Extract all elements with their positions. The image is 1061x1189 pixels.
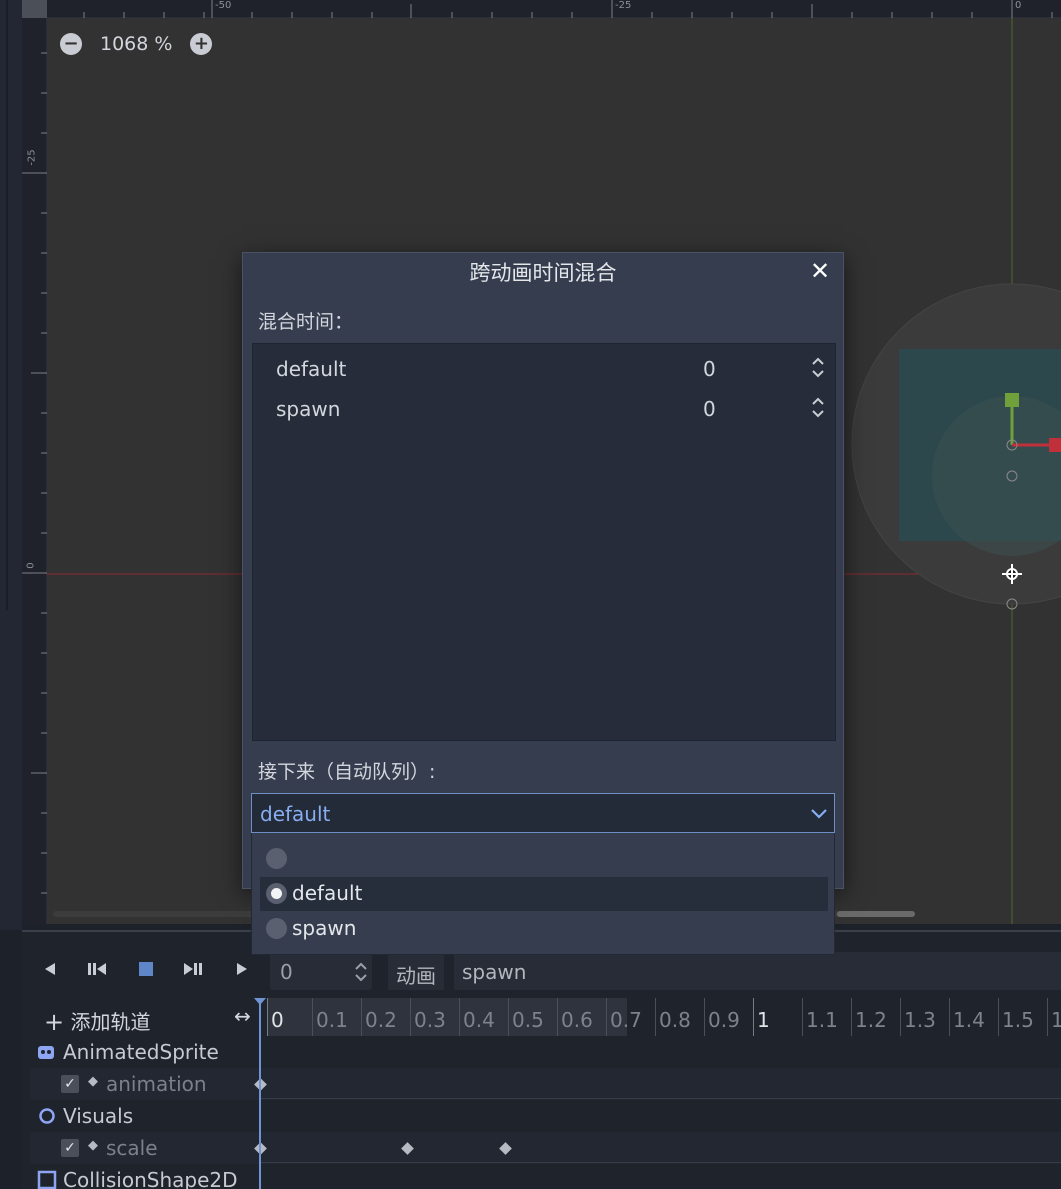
keyframe[interactable] xyxy=(401,1142,414,1155)
left-dock-strip xyxy=(0,0,22,930)
dropdown-option-label: default xyxy=(292,881,363,905)
tracks-header: + 添加轨道 ↔ 0 0.1 0.2 0.3 0.4 0.5 0.6 0.7 0… xyxy=(30,998,1061,1036)
zoom-control: − 1068 % + xyxy=(60,32,213,56)
blend-row: default 0 xyxy=(253,350,835,388)
animated-sprite-icon xyxy=(38,1046,54,1059)
step-forward-icon[interactable] xyxy=(182,961,204,977)
zoom-reset-button[interactable]: 1068 % xyxy=(90,33,182,55)
track-property-name: scale xyxy=(106,1136,158,1160)
track-row[interactable]: CollisionShape2D xyxy=(30,1164,1061,1189)
timeline-tick: 1 xyxy=(753,998,770,1036)
next-queue-label: 接下来（自动队列）: xyxy=(258,761,436,783)
timeline-ruler[interactable]: 0 0.1 0.2 0.3 0.4 0.5 0.6 0.7 0.8 0.9 1 … xyxy=(267,998,1061,1036)
track-row[interactable]: Visuals xyxy=(30,1100,1061,1132)
timeline-tick: 1.2 xyxy=(851,998,887,1036)
zoom-in-icon[interactable]: + xyxy=(190,33,213,55)
timeline-tick: 1.4 xyxy=(949,998,985,1036)
checkbox-icon[interactable]: ✓ xyxy=(61,1139,79,1157)
dock-divider xyxy=(6,0,8,610)
radio-icon xyxy=(266,883,287,904)
plus-icon: + xyxy=(44,1008,65,1036)
radio-icon xyxy=(266,918,287,939)
zoom-out-icon[interactable]: − xyxy=(60,33,82,55)
playhead-handle[interactable] xyxy=(254,998,266,1006)
ruler-label: 0 xyxy=(25,562,37,569)
track-row[interactable]: ✓ ◆ animation xyxy=(30,1068,1061,1100)
timeline-tick: 1 xyxy=(1047,998,1061,1036)
node2d-icon xyxy=(39,1108,55,1124)
ruler-corner xyxy=(22,0,47,18)
animation-label: 动画 xyxy=(388,952,444,990)
keyframe-icon: ◆ xyxy=(88,1074,98,1089)
step-backward-icon[interactable] xyxy=(86,961,108,977)
dropdown-option-label: spawn xyxy=(292,916,357,940)
radio-icon xyxy=(266,848,287,869)
playhead[interactable] xyxy=(259,998,261,1189)
track-divider xyxy=(260,1098,1061,1099)
blend-row: spawn 0 xyxy=(253,390,835,428)
add-track-label: 添加轨道 xyxy=(70,1010,151,1034)
horizontal-ruler[interactable]: -50 -25 0 xyxy=(47,0,1061,18)
blend-times-list: default 0 spawn 0 xyxy=(252,343,836,741)
blend-times-label: 混合时间： xyxy=(258,311,354,333)
ruler-label: -25 xyxy=(26,149,38,166)
timeline-tick: 1.5 xyxy=(998,998,1034,1036)
dropdown-option[interactable]: default xyxy=(260,877,828,911)
horizontal-ruler-ticks xyxy=(83,0,1053,18)
blend-time-input[interactable]: 0 xyxy=(703,397,716,421)
timeline-tick: 0.1 xyxy=(312,998,348,1036)
blend-row-name: default xyxy=(276,357,347,381)
timeline-tick: 1.3 xyxy=(900,998,936,1036)
blend-time-input[interactable]: 0 xyxy=(703,357,716,381)
dropdown-option[interactable] xyxy=(260,842,828,876)
next-animation-select[interactable]: default xyxy=(251,793,835,833)
timeline-tick: 0.6 xyxy=(557,998,593,1036)
blend-row-name: spawn xyxy=(276,397,341,421)
current-frame-value: 0 xyxy=(280,960,293,984)
animation-panel: 0 动画 spawn + 添加轨道 ↔ 0 0.1 0.2 0.3 0.4 0.… xyxy=(22,930,1061,1189)
add-track-button[interactable]: + 添加轨道 xyxy=(44,1006,151,1036)
timeline-tick: 0 xyxy=(267,998,284,1036)
timeline-tick: 0.9 xyxy=(704,998,740,1036)
timeline-tick: 0.3 xyxy=(410,998,446,1036)
stop-icon[interactable] xyxy=(138,961,154,977)
spinner-icon[interactable] xyxy=(354,961,368,983)
timeline-tick: 0.7 xyxy=(606,998,642,1036)
ruler-label: 0 xyxy=(1015,0,1022,11)
keyframe-icon: ◆ xyxy=(88,1138,98,1153)
collision-shape-icon xyxy=(37,1170,57,1189)
ruler-label: -50 xyxy=(215,0,232,11)
spinner-icon[interactable] xyxy=(811,394,825,422)
next-animation-dropdown: default spawn xyxy=(251,833,835,955)
play-backward-icon[interactable] xyxy=(42,961,58,977)
resize-icon[interactable]: ↔ xyxy=(234,1004,251,1028)
timeline-tick: 0.5 xyxy=(508,998,544,1036)
close-icon[interactable]: ✕ xyxy=(807,257,833,285)
track-row[interactable]: AnimatedSprite xyxy=(30,1036,1061,1068)
track-node-name: AnimatedSprite xyxy=(63,1040,219,1064)
animation-selector[interactable]: spawn xyxy=(454,952,1061,990)
track-property-name: animation xyxy=(106,1072,207,1096)
current-frame-field[interactable]: 0 xyxy=(270,952,372,990)
timeline-tick: 0.8 xyxy=(655,998,691,1036)
dialog-title: 跨动画时间混合 xyxy=(469,261,617,285)
next-animation-value: default xyxy=(260,802,331,826)
track-divider xyxy=(260,1162,1061,1163)
timeline-tick: 0.2 xyxy=(361,998,397,1036)
keyframe[interactable] xyxy=(499,1142,512,1155)
play-forward-icon[interactable] xyxy=(234,961,250,977)
spinner-icon[interactable] xyxy=(811,354,825,382)
track-row[interactable]: ✓ ◆ scale xyxy=(30,1132,1061,1164)
checkbox-icon[interactable]: ✓ xyxy=(61,1075,79,1093)
track-node-name: Visuals xyxy=(63,1104,134,1128)
dropdown-option[interactable]: spawn xyxy=(260,912,828,946)
track-node-name: CollisionShape2D xyxy=(63,1168,238,1189)
ruler-label: -25 xyxy=(615,0,632,11)
timeline-tick: 0.4 xyxy=(459,998,495,1036)
timeline-tick: 1.1 xyxy=(802,998,838,1036)
vertical-ruler[interactable]: -25 0 xyxy=(22,18,47,924)
chevron-down-icon xyxy=(811,809,827,819)
